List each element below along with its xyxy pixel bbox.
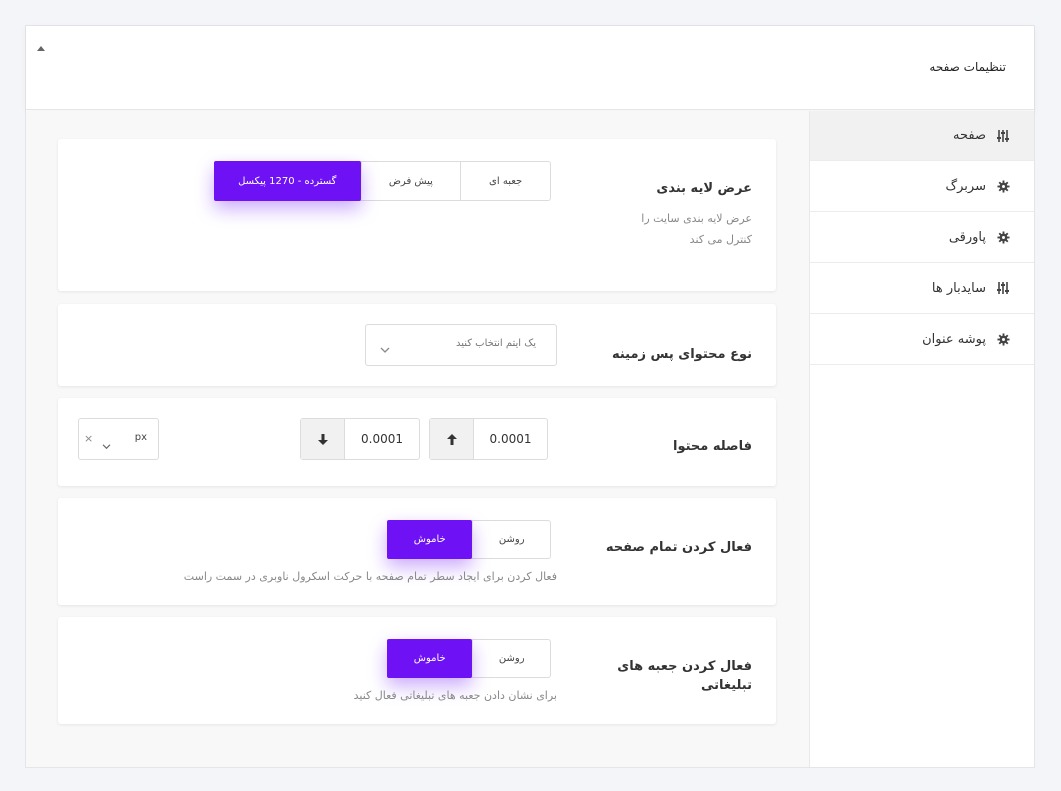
- fullpage-on-button[interactable]: روشن: [472, 521, 550, 558]
- sliders-icon: [996, 129, 1010, 143]
- content-spacing-card: فاصله محتوا 0.0001 0.0001 × px: [58, 398, 776, 486]
- sidebar: صفحه سربرگ پاورقی سایدبار ها پوشه عنوان: [809, 111, 1034, 767]
- sidebar-item-page[interactable]: صفحه: [810, 111, 1034, 161]
- page-title: تنظیمات صفحه: [929, 60, 1006, 74]
- spacing-top-value[interactable]: 0.0001: [474, 419, 547, 459]
- spacing-bottom-value[interactable]: 0.0001: [345, 419, 419, 459]
- sidebar-item-label: سایدبار ها: [931, 280, 986, 296]
- spacing-bottom-field[interactable]: 0.0001: [300, 418, 420, 460]
- arrow-up-icon: [446, 433, 457, 445]
- option-wide-button[interactable]: گسترده - 1270 پیکسل: [214, 161, 361, 201]
- arrow-down-button[interactable]: [301, 419, 345, 459]
- fullpage-desc: فعال کردن برای ایجاد سطر تمام صفحه با حر…: [183, 570, 557, 583]
- ads-off-button[interactable]: خاموش: [387, 639, 473, 678]
- unit-value: px: [134, 432, 147, 443]
- option-boxed-button[interactable]: جعبه ای: [460, 162, 550, 200]
- sidebar-item-label: صفحه: [953, 128, 986, 143]
- layout-width-segmented: گسترده - 1270 پیکسل پیش فرض جعبه ای: [214, 161, 551, 201]
- sidebar-item-header[interactable]: سربرگ: [810, 161, 1034, 212]
- arrow-up-button[interactable]: [430, 419, 474, 459]
- arrow-down-icon: [317, 433, 328, 445]
- collapse-arrow-icon[interactable]: [37, 46, 45, 51]
- ads-card: فعال کردن جعبه های تبلیغاتی خاموش روشن ب…: [58, 617, 776, 724]
- layout-width-label: عرض لایه بندی: [656, 181, 752, 196]
- background-type-select[interactable]: یک ایتم انتخاب کنید: [365, 324, 557, 366]
- fullpage-off-button[interactable]: خاموش: [387, 520, 473, 559]
- ads-toggle: خاموش روشن: [387, 639, 551, 678]
- unit-select[interactable]: × px: [78, 418, 159, 460]
- background-type-card: نوع محتوای پس زمینه یک ایتم انتخاب کنید: [58, 304, 776, 386]
- ads-on-button[interactable]: روشن: [472, 640, 550, 677]
- spacing-top-field[interactable]: 0.0001: [429, 418, 548, 460]
- chevron-down-icon: [380, 339, 390, 358]
- gear-icon: [996, 230, 1010, 244]
- panel-header: تنظیمات صفحه: [26, 26, 1034, 110]
- chevron-down-icon: [102, 435, 111, 454]
- layout-width-desc: عرض لایه بندی سایت را کنترل می کند: [641, 212, 752, 246]
- settings-content: عرض لایه بندی عرض لایه بندی سایت را کنتر…: [26, 111, 809, 767]
- ads-desc: برای نشان دادن جعبه های تبلیغاتی فعال کن…: [353, 689, 557, 702]
- fullpage-label: فعال کردن تمام صفحه: [605, 540, 752, 555]
- ads-label: فعال کردن جعبه های تبلیغاتی: [617, 659, 752, 693]
- sidebar-item-footer[interactable]: پاورقی: [810, 212, 1034, 263]
- content-spacing-label: فاصله محتوا: [672, 439, 752, 454]
- fullpage-toggle: خاموش روشن: [387, 520, 551, 559]
- gear-icon: [996, 332, 1010, 346]
- settings-panel: تنظیمات صفحه صفحه سربرگ پاورقی سایدبار ه…: [25, 25, 1035, 768]
- option-default-button[interactable]: پیش فرض: [360, 162, 461, 200]
- sidebar-item-title-folder[interactable]: پوشه عنوان: [810, 314, 1034, 365]
- sidebar-item-label: پوشه عنوان: [922, 331, 986, 347]
- fullpage-card: فعال کردن تمام صفحه خاموش روشن فعال کردن…: [58, 498, 776, 605]
- sidebar-item-label: پاورقی: [948, 229, 986, 245]
- sliders-icon: [996, 281, 1010, 295]
- select-placeholder: یک ایتم انتخاب کنید: [455, 338, 536, 349]
- background-type-label: نوع محتوای پس زمینه: [611, 347, 752, 362]
- sidebar-item-label: سربرگ: [945, 178, 987, 194]
- layout-width-card: عرض لایه بندی عرض لایه بندی سایت را کنتر…: [58, 139, 776, 291]
- clear-icon[interactable]: ×: [84, 432, 93, 445]
- gear-icon: [996, 179, 1010, 193]
- sidebar-item-sidebars[interactable]: سایدبار ها: [810, 263, 1034, 314]
